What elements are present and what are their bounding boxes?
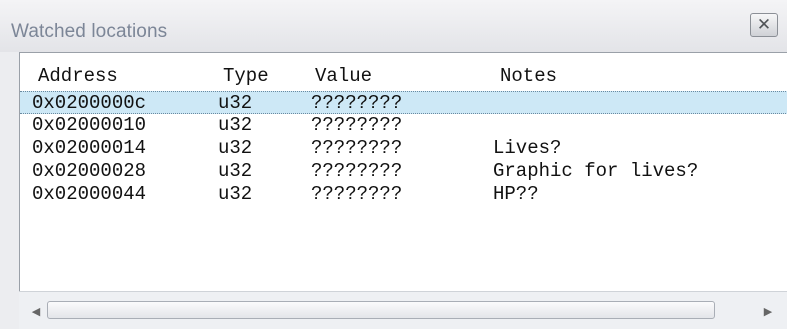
row-type: u32 <box>218 114 253 136</box>
table-row[interactable]: 0x02000028 u32 ???????? Graphic for live… <box>20 160 787 183</box>
horizontal-scrollbar[interactable]: ◀ ▶ <box>19 291 787 329</box>
close-button[interactable]: ✕ <box>750 13 778 37</box>
scroll-left-icon[interactable]: ◀ <box>29 302 43 320</box>
row-address: 0x02000014 <box>32 137 147 159</box>
table-row[interactable]: 0x02000010 u32 ???????? <box>20 114 787 137</box>
row-notes: Graphic for lives? <box>493 160 699 182</box>
column-header-row: Address Type Value Notes <box>20 65 787 87</box>
watched-locations-list[interactable]: Address Type Value Notes 0x0200000c u32 … <box>19 52 787 329</box>
row-address: 0x02000028 <box>32 160 147 182</box>
row-type: u32 <box>218 183 253 205</box>
table-row[interactable]: 0x02000044 u32 ???????? HP?? <box>20 183 787 206</box>
row-value: ???????? <box>311 137 403 159</box>
row-address: 0x0200000c <box>32 92 147 114</box>
row-value: ???????? <box>311 160 403 182</box>
row-type: u32 <box>218 137 253 159</box>
column-header-address[interactable]: Address <box>38 65 118 87</box>
close-icon: ✕ <box>756 14 772 35</box>
column-header-notes[interactable]: Notes <box>500 65 557 87</box>
row-notes: Lives? <box>493 137 562 159</box>
row-address: 0x02000044 <box>32 183 147 205</box>
row-value: ???????? <box>311 183 403 205</box>
window-title: Watched locations <box>11 21 168 42</box>
row-notes: HP?? <box>493 183 539 205</box>
table-row[interactable]: 0x02000014 u32 ???????? Lives? <box>20 137 787 160</box>
row-type: u32 <box>218 160 253 182</box>
row-value: ???????? <box>311 114 403 136</box>
row-address: 0x02000010 <box>32 114 147 136</box>
title-bar: Watched locations ✕ <box>0 0 787 52</box>
column-header-value[interactable]: Value <box>315 65 372 87</box>
row-value: ???????? <box>311 92 403 114</box>
scroll-right-icon[interactable]: ▶ <box>761 302 775 320</box>
column-header-type[interactable]: Type <box>223 65 269 87</box>
scrollbar-thumb[interactable] <box>47 301 715 319</box>
table-row[interactable]: 0x0200000c u32 ???????? <box>20 91 787 114</box>
row-type: u32 <box>218 92 253 114</box>
